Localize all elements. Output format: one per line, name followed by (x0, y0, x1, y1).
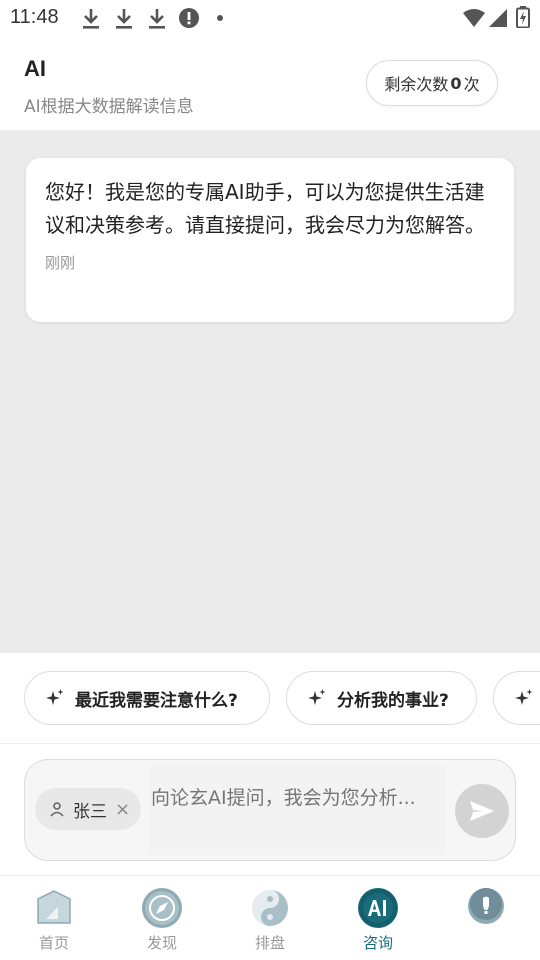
send-button[interactable] (455, 784, 509, 838)
user-chip-name: 张三 (73, 801, 107, 822)
download-icon (83, 9, 99, 29)
bottom-nav: 首页 发现 排盘 咨询 (0, 875, 540, 960)
nav-item-home[interactable]: 首页 (14, 888, 94, 953)
ai-message-bubble: 您好！我是您的专属AI助手，可以为您提供生活建议和决策参考。请直接提问，我会尽力… (26, 158, 514, 322)
wifi-icon (463, 9, 485, 27)
quota-suffix: 次 (463, 75, 480, 94)
signal-icon (489, 9, 507, 27)
status-bar: 11:48 (0, 0, 540, 36)
download-icon (116, 9, 132, 29)
quota-prefix: 剩余次数 (384, 75, 449, 94)
close-icon[interactable]: × (115, 799, 130, 820)
ai-icon (358, 888, 398, 928)
chat-area[interactable]: 您好！我是您的专属AI助手，可以为您提供生活建议和决策参考。请直接提问，我会尽力… (0, 131, 540, 653)
sparkle-icon (46, 689, 64, 705)
sparkle-icon (515, 689, 533, 705)
suggestion-label: 最近我需要注意什么? (75, 690, 238, 711)
suggestion-label: 分析我的事业? (337, 690, 449, 711)
message-time: 刚刚 (45, 254, 76, 272)
page-subtitle: AI根据大数据解读信息 (24, 97, 194, 117)
suggestion-chip[interactable] (493, 671, 540, 725)
page-title: AI (24, 56, 46, 81)
suggestion-chip[interactable]: 分析我的事业? (286, 671, 477, 725)
nav-label: 首页 (38, 934, 69, 952)
message-text: 您好！我是您的专属AI助手，可以为您提供生活建议和决策参考。请直接提问，我会尽力… (45, 180, 485, 237)
nav-item-consult[interactable]: 咨询 (338, 888, 418, 953)
bulb-icon (466, 888, 506, 928)
question-input[interactable] (149, 765, 445, 855)
dot-icon (217, 15, 223, 21)
suggestion-row[interactable]: 最近我需要注意什么? 分析我的事业? (0, 653, 540, 744)
alert-icon (179, 8, 199, 28)
chat-input-box: 张三 × (24, 759, 516, 861)
status-time: 11:48 (10, 6, 59, 28)
quota-count: 0 (450, 73, 462, 93)
nav-label: 排盘 (254, 934, 285, 952)
page-header: AI AI根据大数据解读信息 剩余次数 0 次 (0, 36, 540, 131)
home-icon (34, 888, 74, 928)
nav-item-tips[interactable] (446, 888, 526, 932)
sparkle-icon (308, 689, 326, 705)
yin-yang-icon (250, 888, 290, 928)
nav-item-chart[interactable]: 排盘 (230, 888, 310, 953)
nav-label: 咨询 (362, 934, 393, 952)
send-icon (470, 801, 494, 821)
user-chip[interactable]: 张三 × (35, 788, 141, 830)
input-area: 张三 × (0, 744, 540, 875)
nav-item-discover[interactable]: 发现 (122, 888, 202, 953)
compass-icon (142, 888, 182, 928)
remaining-quota-badge[interactable]: 剩余次数 0 次 (366, 60, 498, 106)
suggestion-chip[interactable]: 最近我需要注意什么? (24, 671, 270, 725)
nav-label: 发现 (146, 934, 177, 952)
person-icon (50, 802, 64, 817)
download-icon (149, 9, 165, 29)
battery-icon (516, 6, 530, 28)
